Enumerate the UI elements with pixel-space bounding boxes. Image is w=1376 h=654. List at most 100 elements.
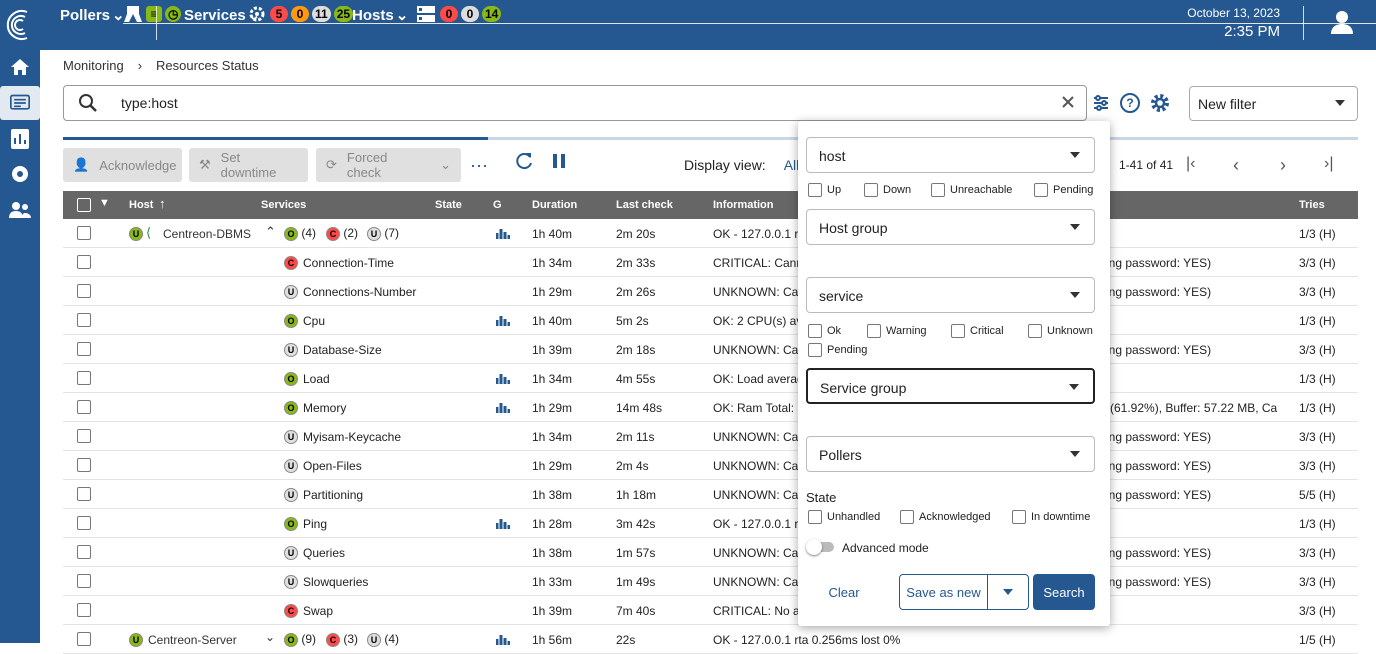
centreon-logo[interactable] [0,0,40,50]
administration-icon[interactable] [0,193,40,227]
service-name[interactable]: Database-Size [303,343,382,357]
sort-arrow-icon[interactable]: ↑ [159,196,166,211]
table-row[interactable]: U Slowqueries 1h 33m 1m 49s UNKNOWN: Cann sin… [63,567,1358,596]
service-name[interactable]: Memory [303,401,346,415]
row-checkbox[interactable] [77,226,91,240]
next-page-icon[interactable]: › [1280,155,1286,176]
save-options-dropdown[interactable] [987,574,1029,610]
services-unknown-count[interactable]: 11 [312,5,331,22]
table-row[interactable]: U ⟨ Centreon-DBMS ⌃ O (4) C (2) U (7) 1h… [63,219,1358,248]
row-checkbox[interactable] [77,545,91,559]
ok-count[interactable]: (4) [301,226,316,240]
chevron-up-icon[interactable]: ⌃ [265,224,276,240]
first-page-icon[interactable]: |‹ [1186,155,1195,173]
service-state-pending[interactable]: Pending [808,343,867,357]
configuration-icon[interactable] [0,157,40,191]
col-last-check[interactable]: Last check [616,199,673,211]
pollers-menu[interactable]: ≡ ◷ Pollers ⌄ [60,4,1376,24]
pause-icon[interactable] [550,150,568,175]
host-state-down[interactable]: Down [864,183,911,197]
service-name[interactable]: Cpu [303,314,325,328]
set-downtime-button[interactable]: ⚒ Set downtime [189,148,308,182]
chart-icon[interactable] [495,313,511,330]
row-checkbox[interactable] [77,255,91,269]
chart-icon[interactable] [495,516,511,533]
services-menu[interactable]: 5 0 11 25 Services ⌄ [184,4,1376,24]
hosts-menu[interactable]: 0 0 14 Hosts ⌄ [352,4,1376,24]
last-page-icon[interactable]: ›| [1324,155,1333,173]
host-state-unreachable[interactable]: Unreachable [931,183,1012,197]
table-row[interactable]: U Partitioning 1h 38m 1h 18m UNKNOWN: Cann si… [63,480,1358,509]
display-view-all[interactable]: All [784,157,800,173]
service-state-critical[interactable]: Critical [951,324,1004,338]
service-name[interactable]: Load [303,372,330,386]
state-unhandled[interactable]: Unhandled [808,510,880,524]
chevron-down-icon[interactable]: ⌄ [265,630,275,644]
table-row[interactable]: C Connection-Time 1h 34m 2m 33s CRITICAL: Ca… [63,248,1358,277]
services-warning-count[interactable]: 0 [291,5,309,22]
previous-page-icon[interactable]: ‹ [1233,155,1239,176]
service-state-warning[interactable]: Warning [867,324,927,338]
service-state-ok[interactable]: Ok [808,324,841,338]
help-icon[interactable]: ? [1119,92,1141,114]
table-row[interactable]: U Connections-Number 1h 29m 2m 26s UNKNOWN: … [63,277,1358,306]
table-row[interactable]: U Open-Files 1h 29m 2m 4s UNKNOWN: Cann sing … [63,451,1358,480]
user-icon[interactable] [1328,8,1356,39]
table-row[interactable]: O Load 1h 34m 4m 55s OK: Load average 1/3 (H) [63,364,1358,393]
service-name[interactable]: Ping [303,517,327,531]
row-checkbox[interactable] [77,284,91,298]
table-row[interactable]: O Cpu 1h 40m 5m 2s OK: 2 CPU(s) ave 1/3 (H) [63,306,1358,335]
filter-settings-icon[interactable] [1091,93,1111,113]
critical-count[interactable]: (3) [343,632,358,646]
host-name[interactable]: Centreon-DBMS [163,227,251,241]
col-information[interactable]: Information [713,199,774,211]
host-state-pending[interactable]: Pending [1034,183,1093,197]
service-name[interactable]: Partitioning [303,488,363,502]
service-group-select[interactable]: Service group [806,368,1095,404]
chart-icon[interactable] [495,226,511,243]
search-bar[interactable]: type:host [63,85,1087,121]
col-graph[interactable]: G [493,199,502,211]
gear-icon[interactable] [1149,92,1171,114]
state-in-downtime[interactable]: In downtime [1012,510,1090,524]
host-group-select[interactable]: Host group [806,209,1095,245]
row-checkbox[interactable] [77,516,91,530]
unknown-count[interactable]: (7) [384,226,399,240]
breadcrumb-resources-status[interactable]: Resources Status [156,58,259,73]
service-state-unknown[interactable]: Unknown [1028,324,1093,338]
col-host[interactable]: Host [129,199,153,211]
critical-count[interactable]: (2) [343,226,358,240]
search-input[interactable]: type:host [121,95,178,111]
chevron-down-icon[interactable]: ⌄ [440,157,451,173]
row-checkbox[interactable] [77,574,91,588]
ok-count[interactable]: (9) [301,632,316,646]
select-menu-icon[interactable]: ▼ [99,197,110,209]
row-checkbox[interactable] [77,632,91,646]
advanced-mode-toggle[interactable] [806,539,834,555]
unknown-count[interactable]: (4) [384,632,399,646]
service-name[interactable]: Swap [303,604,333,618]
hosts-unreachable-count[interactable]: 0 [461,5,479,22]
table-row[interactable]: O Ping 1h 28m 3m 42s OK - 127.0.0.1 rta 1/3 (… [63,509,1358,538]
select-all-checkbox[interactable] [77,198,91,212]
services-critical-count[interactable]: 5 [270,5,288,22]
col-state[interactable]: State [435,199,462,211]
host-state-up[interactable]: Up [808,183,841,197]
row-checkbox[interactable] [77,400,91,414]
chart-icon[interactable] [495,400,511,417]
row-checkbox[interactable] [77,458,91,472]
service-name[interactable]: Slowqueries [303,575,368,589]
hosts-up-count[interactable]: 14 [482,5,502,22]
home-icon[interactable] [0,50,40,84]
resource-type-select[interactable]: host [806,137,1095,173]
hosts-down-count[interactable]: 0 [440,5,458,22]
breadcrumb-monitoring[interactable]: Monitoring [63,58,124,73]
table-row[interactable]: U Centreon-Server ⌄ O (9) C (3) U (4) 1h… [63,625,1358,654]
filter-select[interactable]: New filter [1189,86,1358,121]
clear-button[interactable]: Clear [806,574,882,610]
service-name[interactable]: Open-Files [303,459,362,473]
row-checkbox[interactable] [77,487,91,501]
row-checkbox[interactable] [77,429,91,443]
row-checkbox[interactable] [77,603,91,617]
table-row[interactable]: U Queries 1h 38m 1m 57s UNKNOWN: Cann sing pa… [63,538,1358,567]
